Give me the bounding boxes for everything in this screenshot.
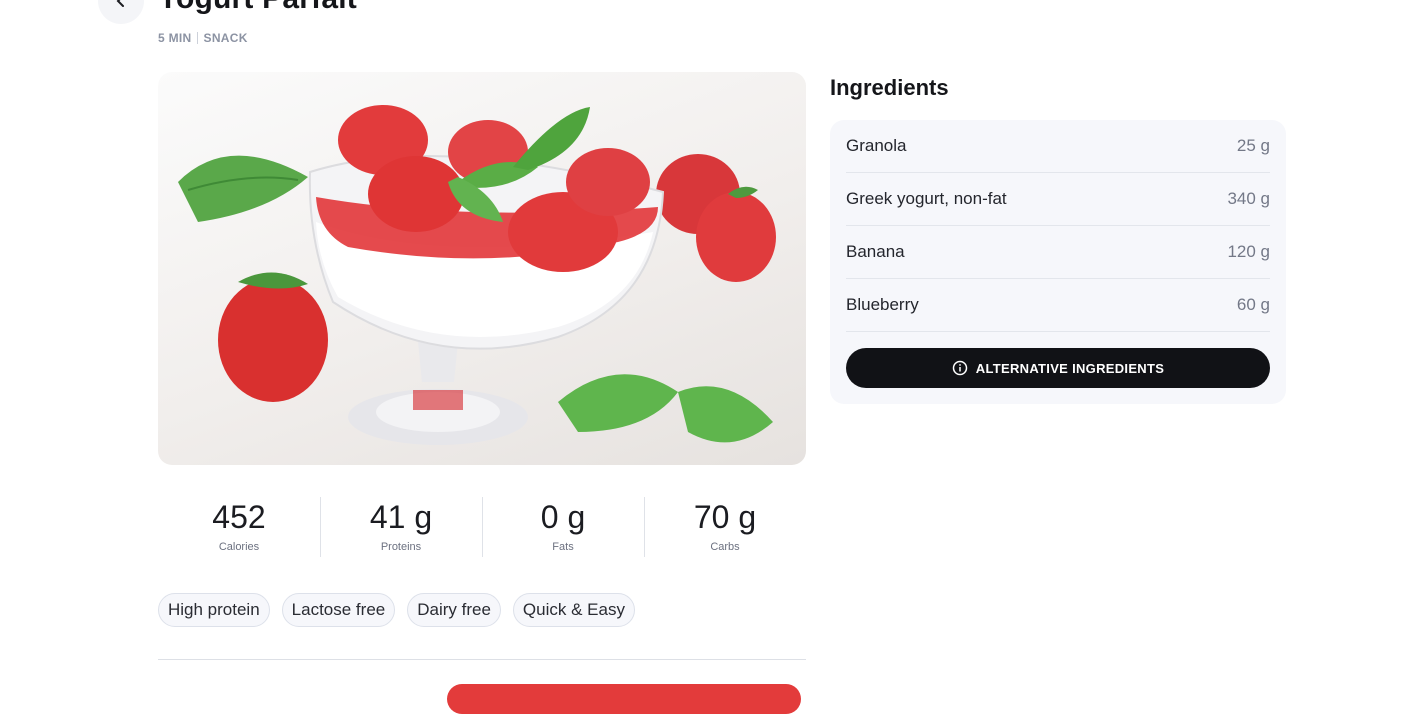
back-button[interactable] <box>98 0 144 24</box>
tag-dairy-free[interactable]: Dairy free <box>407 593 501 627</box>
section-divider <box>158 659 806 660</box>
ingredients-card: Granola 25 g Greek yogurt, non-fat 340 g… <box>830 120 1286 404</box>
stat-value: 0 g <box>540 499 586 535</box>
ingredient-name: Blueberry <box>846 295 919 314</box>
tag-list: High protein Lactose free Dairy free Qui… <box>158 593 635 627</box>
parfait-illustration <box>178 105 776 445</box>
ingredient-name: Banana <box>846 242 905 261</box>
stat-label: Calories <box>218 541 260 553</box>
primary-action-button[interactable] <box>447 684 801 714</box>
alternative-ingredients-label: ALTERNATIVE INGREDIENTS <box>975 360 1165 376</box>
ingredient-qty: 340 g <box>1227 189 1270 208</box>
meta-separator <box>196 32 198 44</box>
tag-lactose-free[interactable]: Lactose free <box>281 593 396 627</box>
stat-calories: 452 Calories <box>158 497 320 557</box>
recipe-image <box>158 72 806 465</box>
ingredient-qty: 60 g <box>1236 295 1270 314</box>
recipe-meta: 5 MIN SNACK <box>158 31 248 45</box>
ingredient-qty: 120 g <box>1227 242 1270 261</box>
stat-proteins: 41 g Proteins <box>320 497 482 557</box>
stat-carbs: 70 g Carbs <box>644 497 806 557</box>
alternative-ingredients-button[interactable]: ALTERNATIVE INGREDIENTS <box>846 348 1270 388</box>
ingredient-row: Greek yogurt, non-fat 340 g <box>846 173 1270 226</box>
stat-label: Carbs <box>710 541 740 553</box>
ingredient-qty: 25 g <box>1236 136 1270 155</box>
ingredients-heading: Ingredients <box>830 75 949 100</box>
stat-label: Fats <box>552 541 574 553</box>
ingredient-name: Greek yogurt, non-fat <box>846 189 1007 208</box>
tag-high-protein[interactable]: High protein <box>158 593 270 627</box>
chevron-left-icon <box>116 0 124 7</box>
info-icon <box>952 360 968 376</box>
ingredient-name: Granola <box>846 136 907 155</box>
tag-quick-easy[interactable]: Quick & Easy <box>512 593 635 627</box>
stat-value: 41 g <box>369 499 433 535</box>
ingredient-row: Blueberry 60 g <box>846 279 1270 332</box>
stat-value: 452 <box>212 499 266 535</box>
prep-time: 5 MIN <box>158 31 192 45</box>
stat-fats: 0 g Fats <box>482 497 644 557</box>
stat-value: 70 g <box>693 499 757 535</box>
nutrition-stats: 452 Calories 41 g Proteins 0 g Fats 70 g… <box>158 497 806 557</box>
page-title: Yogurt Parfait <box>158 0 357 16</box>
ingredient-row: Granola 25 g <box>846 120 1270 173</box>
ingredient-row: Banana 120 g <box>846 226 1270 279</box>
meal-category: SNACK <box>203 31 248 45</box>
stat-label: Proteins <box>380 541 422 553</box>
